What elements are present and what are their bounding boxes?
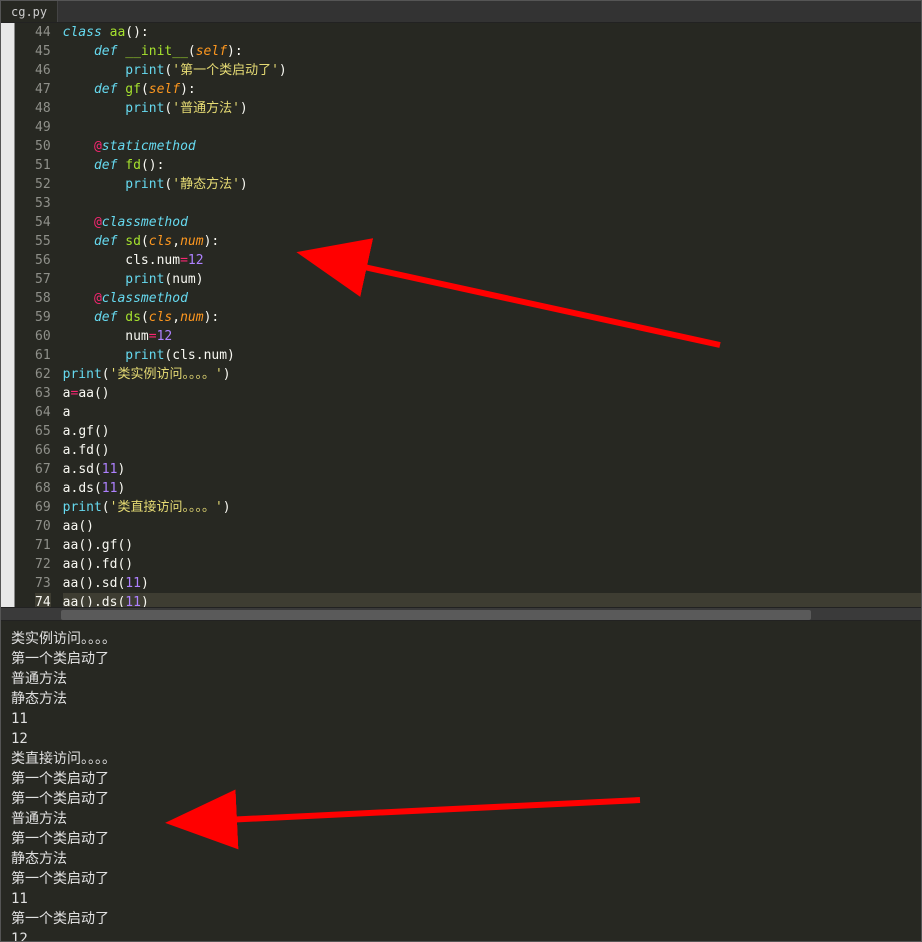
code-line[interactable] [63, 194, 921, 213]
code-line[interactable]: a=aa() [63, 384, 921, 403]
console-output-line: 普通方法 [11, 809, 911, 829]
line-number: 65 [35, 422, 51, 441]
console-output-line: 第一个类启动了 [11, 829, 911, 849]
code-line[interactable]: print(num) [63, 270, 921, 289]
code-line[interactable]: a.fd() [63, 441, 921, 460]
line-number: 71 [35, 536, 51, 555]
line-number: 52 [35, 175, 51, 194]
code-line[interactable] [63, 118, 921, 137]
console-output-line: 12 [11, 729, 911, 749]
line-number: 61 [35, 346, 51, 365]
console-output-line: 第一个类启动了 [11, 789, 911, 809]
code-line[interactable]: print('普通方法') [63, 99, 921, 118]
line-number: 63 [35, 384, 51, 403]
line-number: 46 [35, 61, 51, 80]
console-output-line: 类实例访问。。。。 [11, 629, 911, 649]
tab-label: cg.py [11, 5, 47, 19]
console-output-line: 11 [11, 889, 911, 909]
horizontal-scrollbar[interactable] [1, 607, 921, 621]
code-line[interactable]: cls.num=12 [63, 251, 921, 270]
output-console[interactable]: 类实例访问。。。。第一个类启动了普通方法静态方法1112类直接访问。。。。第一个… [1, 621, 921, 941]
code-line[interactable]: print('静态方法') [63, 175, 921, 194]
editor-window: cg.py 4445464748495051525354555657585960… [0, 0, 922, 942]
line-number: 51 [35, 156, 51, 175]
scrollbar-thumb[interactable] [61, 610, 811, 620]
code-line[interactable]: aa().sd(11) [63, 574, 921, 593]
code-line[interactable]: aa().gf() [63, 536, 921, 555]
console-output-line: 类直接访问。。。。 [11, 749, 911, 769]
line-number: 53 [35, 194, 51, 213]
code-line[interactable]: class aa(): [63, 23, 921, 42]
line-number: 74 [35, 593, 51, 607]
left-margin-strip [1, 23, 15, 607]
line-number-gutter: 4445464748495051525354555657585960616263… [15, 23, 63, 607]
line-number: 60 [35, 327, 51, 346]
code-line[interactable]: def __init__(self): [63, 42, 921, 61]
line-number: 48 [35, 99, 51, 118]
code-line[interactable]: a.gf() [63, 422, 921, 441]
code-line[interactable]: print('类实例访问。。。。') [63, 365, 921, 384]
tab-bar: cg.py [1, 1, 921, 23]
line-number: 72 [35, 555, 51, 574]
code-line[interactable]: def sd(cls,num): [63, 232, 921, 251]
console-output-line: 第一个类启动了 [11, 869, 911, 889]
code-line[interactable]: aa().ds(11) [63, 593, 921, 607]
code-line[interactable]: a.ds(11) [63, 479, 921, 498]
code-line[interactable]: num=12 [63, 327, 921, 346]
code-line[interactable]: def fd(): [63, 156, 921, 175]
line-number: 49 [35, 118, 51, 137]
line-number: 57 [35, 270, 51, 289]
code-line[interactable]: a.sd(11) [63, 460, 921, 479]
code-line[interactable]: print('类直接访问。。。。') [63, 498, 921, 517]
console-output-line: 第一个类启动了 [11, 649, 911, 669]
code-editor[interactable]: class aa(): def __init__(self): print('第… [63, 23, 921, 607]
line-number: 62 [35, 365, 51, 384]
line-number: 47 [35, 80, 51, 99]
code-line[interactable]: @staticmethod [63, 137, 921, 156]
line-number: 67 [35, 460, 51, 479]
console-output-line: 12 [11, 929, 911, 941]
console-output-line: 第一个类启动了 [11, 769, 911, 789]
console-output-line: 普通方法 [11, 669, 911, 689]
code-line[interactable]: print(cls.num) [63, 346, 921, 365]
console-output-line: 静态方法 [11, 689, 911, 709]
code-line[interactable]: def ds(cls,num): [63, 308, 921, 327]
line-number: 58 [35, 289, 51, 308]
code-line[interactable]: @classmethod [63, 213, 921, 232]
code-line[interactable]: print('第一个类启动了') [63, 61, 921, 80]
line-number: 54 [35, 213, 51, 232]
line-number: 45 [35, 42, 51, 61]
console-output-line: 第一个类启动了 [11, 909, 911, 929]
line-number: 68 [35, 479, 51, 498]
line-number: 64 [35, 403, 51, 422]
line-number: 55 [35, 232, 51, 251]
code-line[interactable]: aa() [63, 517, 921, 536]
line-number: 70 [35, 517, 51, 536]
line-number: 44 [35, 23, 51, 42]
line-number: 59 [35, 308, 51, 327]
code-line[interactable]: aa().fd() [63, 555, 921, 574]
console-output-line: 11 [11, 709, 911, 729]
code-line[interactable]: @classmethod [63, 289, 921, 308]
line-number: 66 [35, 441, 51, 460]
line-number: 69 [35, 498, 51, 517]
code-line[interactable]: def gf(self): [63, 80, 921, 99]
line-number: 73 [35, 574, 51, 593]
line-number: 50 [35, 137, 51, 156]
code-line[interactable]: a [63, 403, 921, 422]
editor-area: 4445464748495051525354555657585960616263… [1, 23, 921, 607]
console-output-line: 静态方法 [11, 849, 911, 869]
line-number: 56 [35, 251, 51, 270]
file-tab[interactable]: cg.py [1, 1, 58, 22]
